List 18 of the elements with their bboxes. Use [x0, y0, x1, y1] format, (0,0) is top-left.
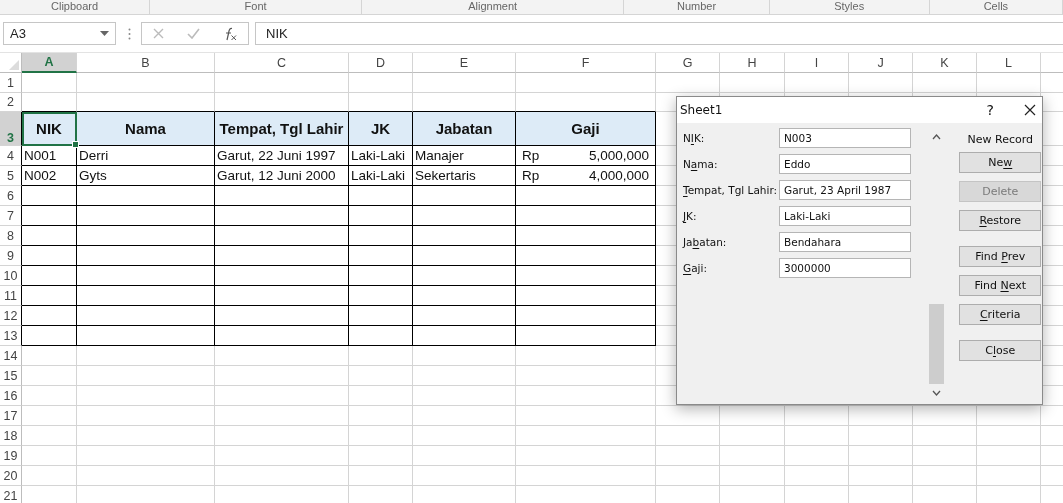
- currency-symbol: Rp: [522, 168, 540, 183]
- field-label: Nama:: [683, 158, 719, 170]
- dialog-title: Sheet1: [680, 103, 724, 117]
- currency-symbol: Rp: [522, 148, 540, 163]
- ribbon-group-label: Cells: [983, 0, 1009, 14]
- ribbon-group-label: Styles: [834, 0, 865, 14]
- amount-text: 4,000,000: [588, 168, 649, 183]
- ribbon-group-label: Font: [244, 0, 267, 14]
- field-label: NIK:: [683, 132, 706, 144]
- field-label: Jabatan:: [683, 236, 728, 248]
- field-label: Gaji:: [683, 262, 708, 274]
- amount-text: 5,000,000: [588, 148, 649, 163]
- ribbon-group-label: Clipboard: [51, 0, 99, 14]
- record-status: New Record: [967, 133, 1033, 146]
- ribbon-group-label: Alignment: [468, 0, 518, 14]
- field-label: JK:: [683, 210, 698, 222]
- field-label: Tempat, Tgl Lahir:: [683, 184, 779, 196]
- ribbon-group-label: Number: [677, 0, 717, 14]
